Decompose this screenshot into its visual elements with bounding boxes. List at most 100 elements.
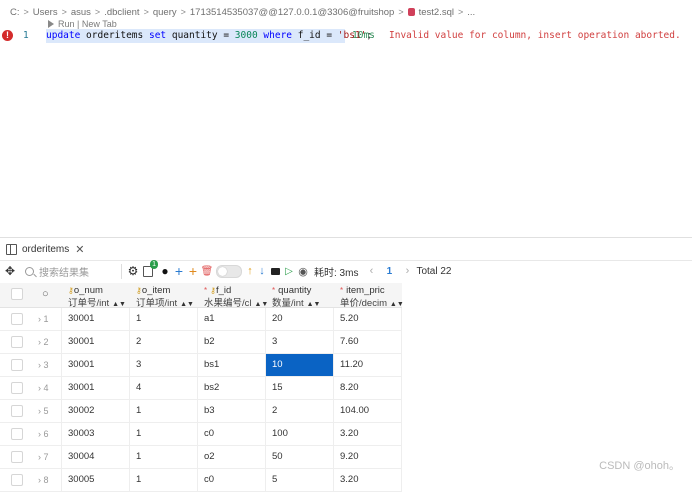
- column-header-o-item[interactable]: ⚷o_item 订单项/int ▲▼: [130, 283, 198, 309]
- cell-o-item[interactable]: 4: [130, 377, 198, 399]
- eye-icon[interactable]: ◉: [296, 263, 310, 279]
- table-row[interactable]: › 6 30003 1 c0 100 3.20: [0, 423, 402, 446]
- run-icon[interactable]: [48, 20, 54, 28]
- cell-item-pric[interactable]: 104.00: [334, 400, 402, 422]
- gear-icon[interactable]: ⚙: [126, 263, 140, 279]
- cell-f-id[interactable]: a1: [198, 308, 266, 330]
- add-row-icon[interactable]: +: [172, 263, 186, 279]
- next-page-icon[interactable]: ›: [400, 263, 414, 279]
- insert-icon[interactable]: +: [186, 263, 200, 279]
- cell-quantity[interactable]: 20: [266, 308, 334, 330]
- row-checkbox[interactable]: [11, 313, 23, 325]
- cell-f-id[interactable]: bs2: [198, 377, 266, 399]
- cell-o-item[interactable]: 2: [130, 331, 198, 353]
- close-icon[interactable]: ✕: [75, 243, 84, 256]
- table-row[interactable]: › 8 30005 1 c0 5 3.20: [0, 469, 402, 492]
- table-row[interactable]: › 4 30001 4 bs2 15 8.20: [0, 377, 402, 400]
- column-header-f-id[interactable]: * ⚷f_id 水果编号/cl ▲▼: [198, 283, 268, 309]
- row-index[interactable]: › 3: [38, 354, 49, 376]
- table-row[interactable]: › 3 30001 3 bs1 10 11.20: [0, 354, 402, 377]
- codelens-label[interactable]: Run | New Tab: [58, 19, 117, 29]
- breadcrumb-connection[interactable]: 1713514535037@@127.0.0.1@3306@fruitshop: [190, 7, 394, 18]
- sort-icon[interactable]: ▲▼: [110, 301, 126, 308]
- cell-f-id[interactable]: bs1: [198, 354, 266, 376]
- cell-o-item[interactable]: 1: [130, 400, 198, 422]
- row-index[interactable]: › 5: [38, 400, 49, 422]
- cell-f-id[interactable]: c0: [198, 469, 266, 491]
- row-checkbox[interactable]: [11, 474, 23, 486]
- cell-item-pric[interactable]: 9.20: [334, 446, 402, 468]
- toggle-switch[interactable]: [216, 264, 242, 278]
- cell-o-item[interactable]: 1: [130, 446, 198, 468]
- cell-f-id[interactable]: b2: [198, 331, 266, 353]
- arrow-down-icon[interactable]: ↓: [256, 263, 268, 279]
- search-icon[interactable]: ○: [42, 288, 49, 300]
- search-input[interactable]: 搜索结果集: [21, 263, 122, 279]
- row-index[interactable]: › 8: [38, 469, 49, 491]
- column-header-quantity[interactable]: * quantity 数量/int ▲▼: [266, 283, 334, 309]
- table-row[interactable]: › 2 30001 2 b2 3 7.60: [0, 331, 402, 354]
- cell-quantity[interactable]: 3: [266, 331, 334, 353]
- row-index[interactable]: › 4: [38, 377, 49, 399]
- tab-orderitems[interactable]: orderitems ✕: [6, 241, 84, 258]
- breadcrumb-asus[interactable]: asus: [71, 7, 91, 18]
- cell-item-pric[interactable]: 11.20: [334, 354, 402, 376]
- cell-item-pric[interactable]: 7.60: [334, 331, 402, 353]
- cell-quantity[interactable]: 50: [266, 446, 334, 468]
- sort-icon[interactable]: ▲▼: [178, 301, 194, 308]
- edit-toggle[interactable]: [214, 263, 244, 279]
- row-checkbox[interactable]: [11, 405, 23, 417]
- copy-icon[interactable]: 1: [140, 260, 158, 279]
- cell-quantity[interactable]: 2: [266, 400, 334, 422]
- cell-item-pric[interactable]: 3.20: [334, 469, 402, 491]
- cell-item-pric[interactable]: 3.20: [334, 423, 402, 445]
- cell-o-num[interactable]: 30001: [62, 308, 130, 330]
- cell-o-num[interactable]: 30003: [62, 423, 130, 445]
- row-index[interactable]: › 6: [38, 423, 49, 445]
- prev-page-icon[interactable]: ‹: [364, 263, 378, 279]
- row-checkbox[interactable]: [11, 336, 23, 348]
- table-row[interactable]: › 7 30004 1 o2 50 9.20: [0, 446, 402, 469]
- cell-o-item[interactable]: 1: [130, 423, 198, 445]
- cell-o-item[interactable]: 1: [130, 308, 198, 330]
- cell-o-item[interactable]: 3: [130, 354, 198, 376]
- github-icon[interactable]: ●: [158, 263, 172, 279]
- breadcrumb-dbclient[interactable]: .dbclient: [104, 7, 139, 18]
- select-all-checkbox[interactable]: [11, 288, 23, 300]
- sort-icon[interactable]: ▲▼: [305, 301, 321, 308]
- sql-code-line[interactable]: update orderitems set quantity = 3000 wh…: [46, 30, 372, 42]
- cell-o-num[interactable]: 30001: [62, 377, 130, 399]
- breadcrumb-file[interactable]: test2.sql: [419, 7, 454, 18]
- table-row[interactable]: › 1 30001 1 a1 20 5.20: [0, 308, 402, 331]
- play-icon[interactable]: ▷: [282, 263, 296, 279]
- cell-f-id[interactable]: c0: [198, 423, 266, 445]
- move-icon[interactable]: ✥: [3, 263, 17, 279]
- table-row[interactable]: › 5 30002 1 b3 2 104.00: [0, 400, 402, 423]
- row-index[interactable]: › 7: [38, 446, 49, 468]
- row-checkbox[interactable]: [11, 382, 23, 394]
- cell-o-num[interactable]: 30001: [62, 331, 130, 353]
- column-header-item-pric[interactable]: * item_pric 单价/decim ▲▼: [334, 283, 404, 309]
- row-checkbox[interactable]: [11, 428, 23, 440]
- breadcrumb-drive[interactable]: C:: [10, 7, 20, 18]
- cell-quantity[interactable]: 100: [266, 423, 334, 445]
- row-checkbox[interactable]: [11, 451, 23, 463]
- cell-o-num[interactable]: 30005: [62, 469, 130, 491]
- page-number[interactable]: 1: [382, 263, 396, 279]
- comment-icon[interactable]: [268, 263, 282, 279]
- breadcrumb-more[interactable]: ...: [467, 7, 475, 18]
- arrow-up-icon[interactable]: ↑: [244, 263, 256, 279]
- row-index[interactable]: › 1: [38, 308, 49, 330]
- cell-o-num[interactable]: 30002: [62, 400, 130, 422]
- cell-o-num[interactable]: 30004: [62, 446, 130, 468]
- row-index[interactable]: › 2: [38, 331, 49, 353]
- cell-f-id[interactable]: b3: [198, 400, 266, 422]
- cell-quantity[interactable]: 15: [266, 377, 334, 399]
- cell-quantity[interactable]: 10: [266, 354, 334, 376]
- codelens[interactable]: Run | New Tab: [48, 19, 117, 29]
- breadcrumb-users[interactable]: Users: [33, 7, 58, 18]
- cell-item-pric[interactable]: 5.20: [334, 308, 402, 330]
- column-header-o-num[interactable]: ⚷o_num 订单号/int ▲▼: [62, 283, 130, 309]
- cell-f-id[interactable]: o2: [198, 446, 266, 468]
- row-checkbox[interactable]: [11, 359, 23, 371]
